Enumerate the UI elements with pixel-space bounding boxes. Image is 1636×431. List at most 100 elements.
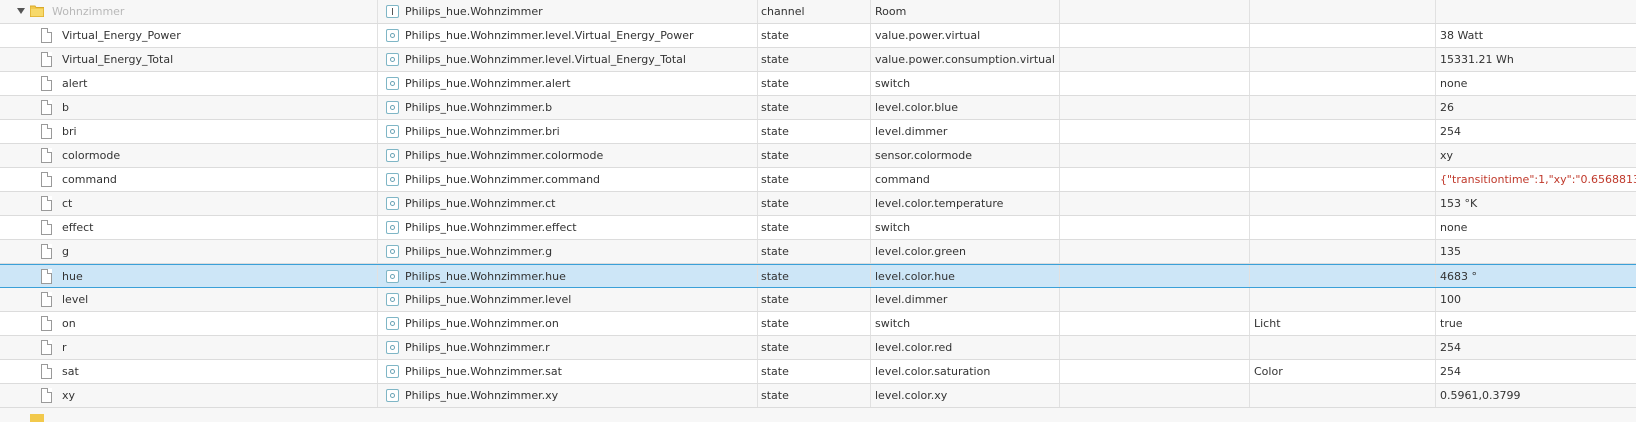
- room-cell: [1060, 384, 1250, 407]
- value-cell[interactable]: 254: [1436, 336, 1636, 359]
- tree-row[interactable]: bri Philips_hue.Wohnzimmer.bri state level.…: [0, 120, 1636, 144]
- file-icon: [41, 196, 52, 211]
- tree-row[interactable]: r Philips_hue.Wohnzimmer.r state level.colo…: [0, 336, 1636, 360]
- type-cell: state: [758, 384, 871, 407]
- state-icon: [386, 245, 399, 258]
- file-icon: [41, 340, 52, 355]
- object-id: Philips_hue.Wohnzimmer.colormode: [405, 149, 604, 162]
- tree-row[interactable]: g Philips_hue.Wohnzimmer.g state level.colo…: [0, 240, 1636, 264]
- role-cell: level.color.red: [871, 336, 1060, 359]
- tree-row[interactable]: colormode Philips_hue.Wohnzimmer.colormod…: [0, 144, 1636, 168]
- value-cell[interactable]: 254: [1436, 120, 1636, 143]
- role-cell: Room: [871, 0, 1060, 23]
- value-cell[interactable]: true: [1436, 312, 1636, 335]
- file-icon: [41, 100, 52, 115]
- role-cell: switch: [871, 216, 1060, 239]
- state-rows: Virtual_Energy_Power Philips_hue.Wohnzimm…: [0, 24, 1636, 408]
- file-icon: [41, 76, 52, 91]
- name-cell: command: [0, 168, 378, 191]
- state-icon: [386, 317, 399, 330]
- function-cell: [1250, 384, 1436, 407]
- value-cell[interactable]: 100: [1436, 288, 1636, 311]
- type-cell: state: [758, 336, 871, 359]
- tree-row[interactable]: on Philips_hue.Wohnzimmer.on state switch Li…: [0, 312, 1636, 336]
- value-cell[interactable]: 4683 °: [1436, 265, 1636, 287]
- name-cell: hue: [0, 265, 378, 287]
- object-name: xy: [62, 389, 76, 402]
- object-name: b: [62, 101, 69, 114]
- name-cell: bri: [0, 120, 378, 143]
- value-cell[interactable]: xy: [1436, 144, 1636, 167]
- object-name: on: [62, 317, 76, 330]
- type-cell: state: [758, 96, 871, 119]
- object-name: Virtual_Energy_Total: [62, 53, 174, 66]
- state-icon: [386, 53, 399, 66]
- object-name: level: [62, 293, 89, 306]
- function-cell: [1250, 96, 1436, 119]
- object-id: Philips_hue.Wohnzimmer.effect: [405, 221, 577, 234]
- tree-row[interactable]: sat Philips_hue.Wohnzimmer.sat state level.…: [0, 360, 1636, 384]
- tree-row[interactable]: command Philips_hue.Wohnzimmer.command sta…: [0, 168, 1636, 192]
- room-cell: [1060, 288, 1250, 311]
- type-cell: state: [758, 192, 871, 215]
- room-cell: [1060, 312, 1250, 335]
- role-cell: level.color.saturation: [871, 360, 1060, 383]
- role-cell: level.color.xy: [871, 384, 1060, 407]
- function-cell: Color: [1250, 360, 1436, 383]
- value-cell[interactable]: 0.5961,0.3799: [1436, 384, 1636, 407]
- tree-row[interactable]: Virtual_Energy_Total Philips_hue.Wohnzimm…: [0, 48, 1636, 72]
- value-cell[interactable]: 26: [1436, 96, 1636, 119]
- value-cell[interactable]: 38 Watt: [1436, 24, 1636, 47]
- role-cell: switch: [871, 312, 1060, 335]
- function-cell: [1250, 72, 1436, 95]
- value-cell[interactable]: none: [1436, 216, 1636, 239]
- id-cell: Philips_hue.Wohnzimmer: [378, 0, 758, 23]
- folder-icon: [30, 414, 44, 422]
- id-cell: Philips_hue.Wohnzimmer.alert: [378, 72, 758, 95]
- channel-icon: [386, 5, 399, 18]
- tree-row[interactable]: alert Philips_hue.Wohnzimmer.alert state sw…: [0, 72, 1636, 96]
- name-cell: ct: [0, 192, 378, 215]
- id-cell: Philips_hue.Wohnzimmer.effect: [378, 216, 758, 239]
- tree-row[interactable]: ct Philips_hue.Wohnzimmer.ct state level.co…: [0, 192, 1636, 216]
- tree-row[interactable]: effect Philips_hue.Wohnzimmer.effect state…: [0, 216, 1636, 240]
- value-cell[interactable]: 135: [1436, 240, 1636, 263]
- tree-row[interactable]: level Philips_hue.Wohnzimmer.level state le…: [0, 288, 1636, 312]
- name-cell: Wohnzimmer: [0, 0, 378, 23]
- type-cell: state: [758, 312, 871, 335]
- id-cell: Philips_hue.Wohnzimmer.level: [378, 288, 758, 311]
- value-cell[interactable]: 254: [1436, 360, 1636, 383]
- object-id: Philips_hue.Wohnzimmer.g: [405, 245, 553, 258]
- object-name: hue: [62, 270, 83, 283]
- object-id: Philips_hue.Wohnzimmer.level.Virtual_Ene…: [405, 29, 694, 42]
- value-cell[interactable]: {"transitiontime":1,"xy":"0.656881313: [1436, 168, 1636, 191]
- name-cell: sat: [0, 360, 378, 383]
- function-cell: [1250, 0, 1436, 23]
- tree-row[interactable]: hue Philips_hue.Wohnzimmer.hue state level.…: [0, 264, 1636, 288]
- room-cell: [1060, 216, 1250, 239]
- tree-row[interactable]: xy Philips_hue.Wohnzimmer.xy state level.co…: [0, 384, 1636, 408]
- next-folder-row[interactable]: [0, 408, 1636, 422]
- role-cell: sensor.colormode: [871, 144, 1060, 167]
- tree-row[interactable]: b Philips_hue.Wohnzimmer.b state level.colo…: [0, 96, 1636, 120]
- object-id: Philips_hue.Wohnzimmer.ct: [405, 197, 556, 210]
- value-cell[interactable]: 15331.21 Wh: [1436, 48, 1636, 71]
- id-cell: Philips_hue.Wohnzimmer.on: [378, 312, 758, 335]
- tree-row-parent[interactable]: Wohnzimmer Philips_hue.Wohnzimmer channe…: [0, 0, 1636, 24]
- object-name: alert: [62, 77, 88, 90]
- expand-toggle-icon[interactable]: [17, 8, 25, 14]
- value-cell[interactable]: none: [1436, 72, 1636, 95]
- type-cell: state: [758, 240, 871, 263]
- name-cell: g: [0, 240, 378, 263]
- function-cell: [1250, 168, 1436, 191]
- object-id: Philips_hue.Wohnzimmer.level.Virtual_Ene…: [405, 53, 686, 66]
- room-cell: [1060, 336, 1250, 359]
- object-name: Wohnzimmer: [52, 5, 125, 18]
- value-cell[interactable]: 153 °K: [1436, 192, 1636, 215]
- role-cell: level.color.temperature: [871, 192, 1060, 215]
- file-icon: [41, 220, 52, 235]
- object-name: g: [62, 245, 69, 258]
- tree-row[interactable]: Virtual_Energy_Power Philips_hue.Wohnzimm…: [0, 24, 1636, 48]
- name-cell: level: [0, 288, 378, 311]
- object-name: sat: [62, 365, 79, 378]
